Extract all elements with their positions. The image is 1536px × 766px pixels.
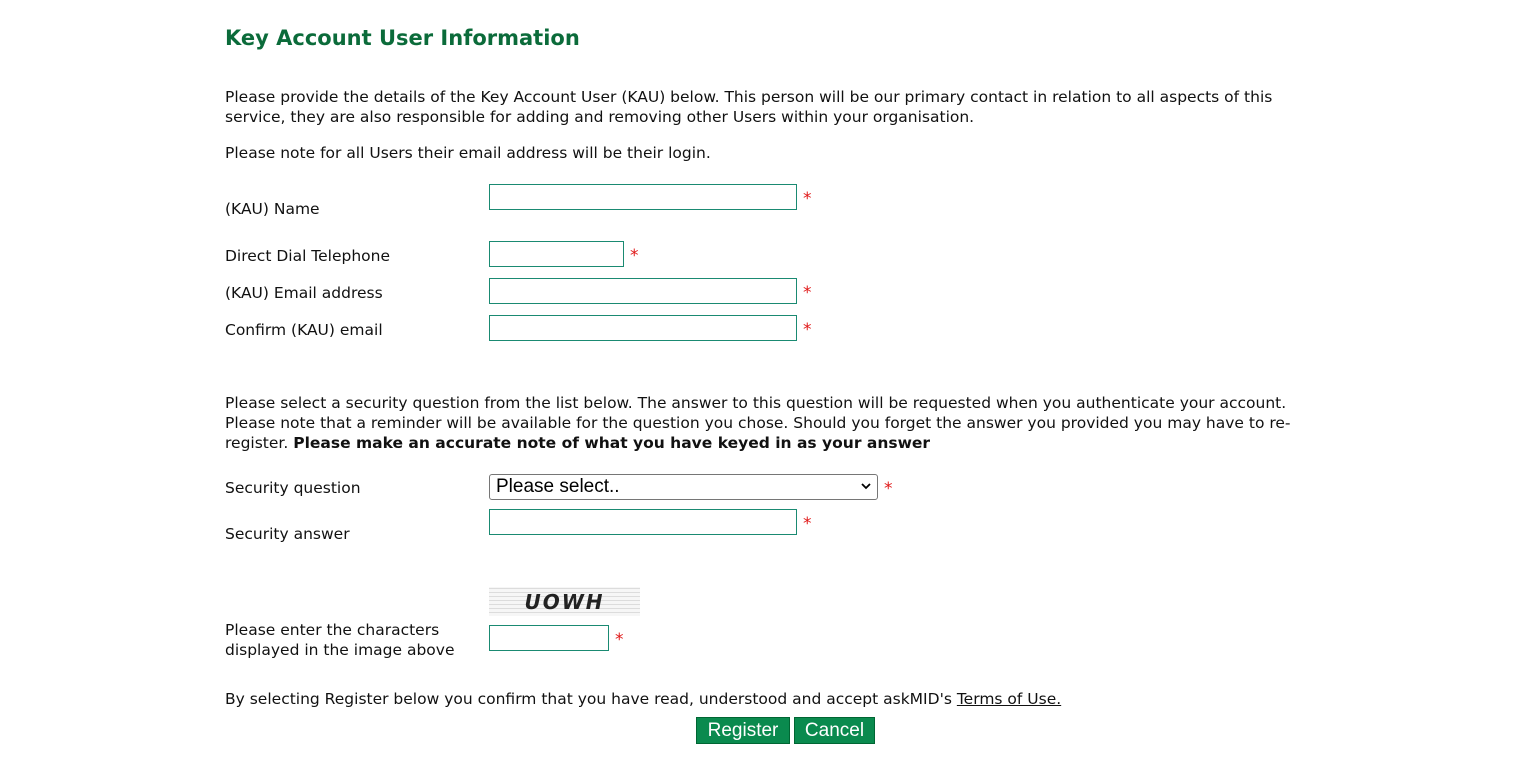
telephone-input[interactable] <box>489 241 624 267</box>
terms-prefix: By selecting Register below you confirm … <box>225 690 957 708</box>
required-marker: * <box>803 320 812 340</box>
kau-name-input[interactable] <box>489 184 797 210</box>
confirm-email-label: Confirm (KAU) email <box>225 321 383 339</box>
security-answer-input[interactable] <box>489 509 797 535</box>
required-marker: * <box>803 283 812 303</box>
captcha-input[interactable] <box>489 625 609 651</box>
page-title: Key Account User Information <box>225 26 580 50</box>
captcha-image: UOWH <box>489 587 640 616</box>
required-marker: * <box>884 479 893 499</box>
security-question-select[interactable]: Please select.. <box>489 474 878 500</box>
required-marker: * <box>803 189 812 209</box>
required-marker: * <box>630 246 639 266</box>
email-label: (KAU) Email address <box>225 284 383 302</box>
terms-of-use-link[interactable]: Terms of Use. <box>957 690 1061 708</box>
kau-name-label: (KAU) Name <box>225 200 320 218</box>
cancel-button[interactable]: Cancel <box>794 717 875 744</box>
security-question-selected: Please select.. <box>496 476 620 497</box>
captcha-label-line2: displayed in the image above <box>225 641 455 659</box>
security-question-label: Security question <box>225 479 361 497</box>
required-marker: * <box>615 630 624 650</box>
telephone-label: Direct Dial Telephone <box>225 247 391 265</box>
intro-paragraph: Please provide the details of the Key Ac… <box>225 88 1273 126</box>
security-paragraph-emphasis: Please make an accurate note of what you… <box>293 434 931 452</box>
email-input[interactable] <box>489 278 797 304</box>
terms-text: By selecting Register below you confirm … <box>225 689 1295 709</box>
captcha-label-line1: Please enter the characters <box>225 621 440 639</box>
confirm-email-input[interactable] <box>489 315 797 341</box>
register-button[interactable]: Register <box>696 717 790 744</box>
required-marker: * <box>803 514 812 534</box>
chevron-down-icon <box>861 483 871 490</box>
login-note: Please note for all Users their email ad… <box>225 144 711 162</box>
security-answer-label: Security answer <box>225 525 350 543</box>
security-paragraph: Please select a security question from t… <box>225 393 1295 453</box>
